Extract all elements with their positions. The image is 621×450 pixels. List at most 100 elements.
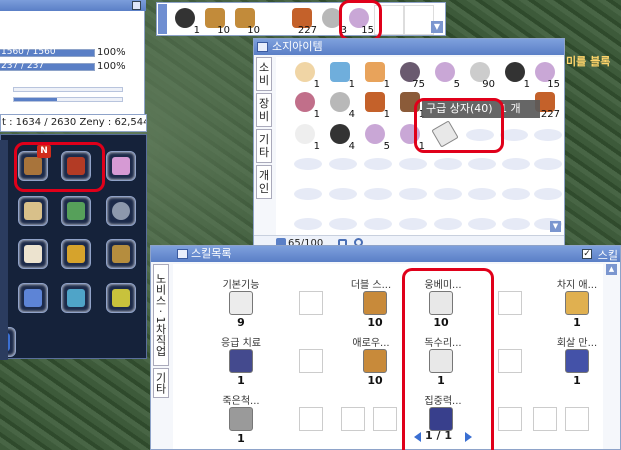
- empty-slot[interactable]: [534, 188, 562, 200]
- empty-slot[interactable]: [500, 129, 528, 141]
- empty-slot[interactable]: [399, 158, 427, 170]
- inventory-slot[interactable]: 15: [530, 59, 560, 90]
- skill-level: 1: [237, 432, 245, 445]
- skill-grid: 기본기능 9 더블 스... 10 웅베미... 10 차지 애... 1 응급…: [173, 264, 603, 449]
- hp-text: 1560 / 1560: [1, 47, 56, 57]
- hotbar-slot-9[interactable]: [404, 5, 434, 35]
- inventory-titlebar[interactable]: 소지아이템: [254, 39, 564, 55]
- ranking-button[interactable]: [106, 283, 136, 313]
- empty-slot[interactable]: [399, 188, 427, 200]
- map-button[interactable]: [18, 196, 48, 226]
- skill-scroll-up[interactable]: ▲: [606, 264, 617, 275]
- arrow-craft-icon[interactable]: [565, 349, 589, 373]
- empty-slot[interactable]: [502, 188, 530, 200]
- hotbar-slot-3[interactable]: 10: [230, 5, 260, 36]
- left-side-tab[interactable]: [0, 140, 8, 360]
- inventory-slot[interactable]: 1: [360, 89, 390, 120]
- inventory-slot[interactable]: 1: [325, 59, 355, 90]
- charge-arrow-icon[interactable]: [565, 291, 589, 315]
- empty-slot[interactable]: [434, 158, 462, 170]
- skill-checkbox[interactable]: ✓: [582, 249, 592, 259]
- empty-slot[interactable]: [364, 218, 392, 230]
- skill-tab-job[interactable]: 노비스 · 1차직업: [153, 264, 169, 366]
- skill-upgrade-slot[interactable]: [533, 407, 557, 431]
- hotbar-slot-2[interactable]: 10: [200, 5, 230, 36]
- skill-upgrade-slot[interactable]: [299, 407, 323, 431]
- inventory-tab-consumable[interactable]: 소비: [256, 57, 272, 91]
- skill-upgrade-slot[interactable]: [498, 407, 522, 431]
- empty-slot[interactable]: [294, 218, 322, 230]
- skill-upgrade-slot[interactable]: [373, 407, 397, 431]
- inventory-slot[interactable]: 4: [325, 89, 355, 120]
- mail-button[interactable]: [18, 239, 48, 269]
- skill-level: 10: [367, 374, 383, 387]
- inventory-slot[interactable]: 5: [360, 121, 390, 152]
- skill-name: 애로우...: [352, 338, 390, 349]
- empty-slot[interactable]: [468, 188, 496, 200]
- window-icon: [257, 42, 268, 52]
- inventory-scroll-down[interactable]: ▼: [550, 221, 561, 232]
- empty-slot[interactable]: [468, 218, 496, 230]
- empty-slot[interactable]: [294, 158, 322, 170]
- empty-slot[interactable]: [329, 158, 357, 170]
- skill-tab-other[interactable]: 기타: [153, 368, 169, 398]
- quest-book-button[interactable]: [106, 239, 136, 269]
- trophy-button[interactable]: [61, 239, 91, 269]
- gear-icon[interactable]: [106, 196, 136, 226]
- skill-upgrade-slot[interactable]: [299, 291, 323, 315]
- hotbar-scroll-down[interactable]: ▼: [431, 21, 443, 33]
- flag-button[interactable]: [61, 196, 91, 226]
- inventory-tab-etc[interactable]: 기타: [256, 129, 272, 163]
- inventory-slot[interactable]: 1: [500, 59, 530, 90]
- hotbar-grip[interactable]: [158, 4, 167, 34]
- play-dead-icon[interactable]: [229, 407, 253, 431]
- empty-slot[interactable]: [434, 188, 462, 200]
- inventory-slot[interactable]: 4: [325, 121, 355, 152]
- inventory-slot[interactable]: 1: [290, 89, 320, 120]
- inventory-slot[interactable]: 75: [395, 59, 425, 90]
- hotbar-slot-1[interactable]: 1: [170, 5, 200, 36]
- inventory-slot[interactable]: 1: [360, 59, 390, 90]
- window-icon: [177, 249, 188, 259]
- double-strafe-icon[interactable]: [363, 291, 387, 315]
- meat-icon: [365, 92, 385, 112]
- skill-upgrade-slot[interactable]: [498, 291, 522, 315]
- empty-slot[interactable]: [329, 188, 357, 200]
- empty-slot[interactable]: [364, 158, 392, 170]
- skill-upgrade-slot[interactable]: [565, 407, 589, 431]
- minimize-icon[interactable]: [132, 1, 141, 10]
- inventory-slot[interactable]: 90: [465, 59, 495, 90]
- skill-upgrade-slot[interactable]: [498, 349, 522, 373]
- empty-slot[interactable]: [399, 218, 427, 230]
- empty-slot[interactable]: [468, 158, 496, 170]
- status-titlebar[interactable]: [0, 0, 146, 11]
- hotbar-slot-4[interactable]: [260, 5, 290, 35]
- empty-slot[interactable]: [534, 158, 562, 170]
- basic-skill-icon[interactable]: [229, 291, 253, 315]
- arrow-shower-icon[interactable]: [363, 349, 387, 373]
- party-add-button[interactable]: [106, 151, 136, 181]
- empty-slot[interactable]: [502, 218, 530, 230]
- inventory-slot[interactable]: 1: [290, 121, 320, 152]
- empty-slot[interactable]: [364, 188, 392, 200]
- skill-name: 기본기능: [222, 280, 260, 291]
- first-aid-box-icon: [435, 62, 455, 82]
- empty-slot[interactable]: [434, 218, 462, 230]
- inventory-tab-personal[interactable]: 개인: [256, 165, 272, 199]
- guild-button[interactable]: [61, 283, 91, 313]
- inventory-tab-equipment[interactable]: 장비: [256, 93, 272, 127]
- inventory-slot[interactable]: 5: [430, 59, 460, 90]
- hotbar-slot-5[interactable]: 227: [287, 5, 317, 36]
- empty-slot[interactable]: [329, 218, 357, 230]
- skill-upgrade-slot[interactable]: [341, 407, 365, 431]
- inventory-slot[interactable]: 1: [290, 59, 320, 90]
- empty-slot[interactable]: [534, 129, 562, 141]
- empty-slot[interactable]: [502, 158, 530, 170]
- first-aid-icon[interactable]: [229, 349, 253, 373]
- empty-slot[interactable]: [294, 188, 322, 200]
- sp-text: 237 / 237: [1, 61, 45, 71]
- skill-upgrade-slot[interactable]: [299, 349, 323, 373]
- job-exp-bar: [13, 97, 123, 102]
- calendar-button[interactable]: [18, 283, 48, 313]
- skill-titlebar[interactable]: 스킬목록: [151, 246, 620, 262]
